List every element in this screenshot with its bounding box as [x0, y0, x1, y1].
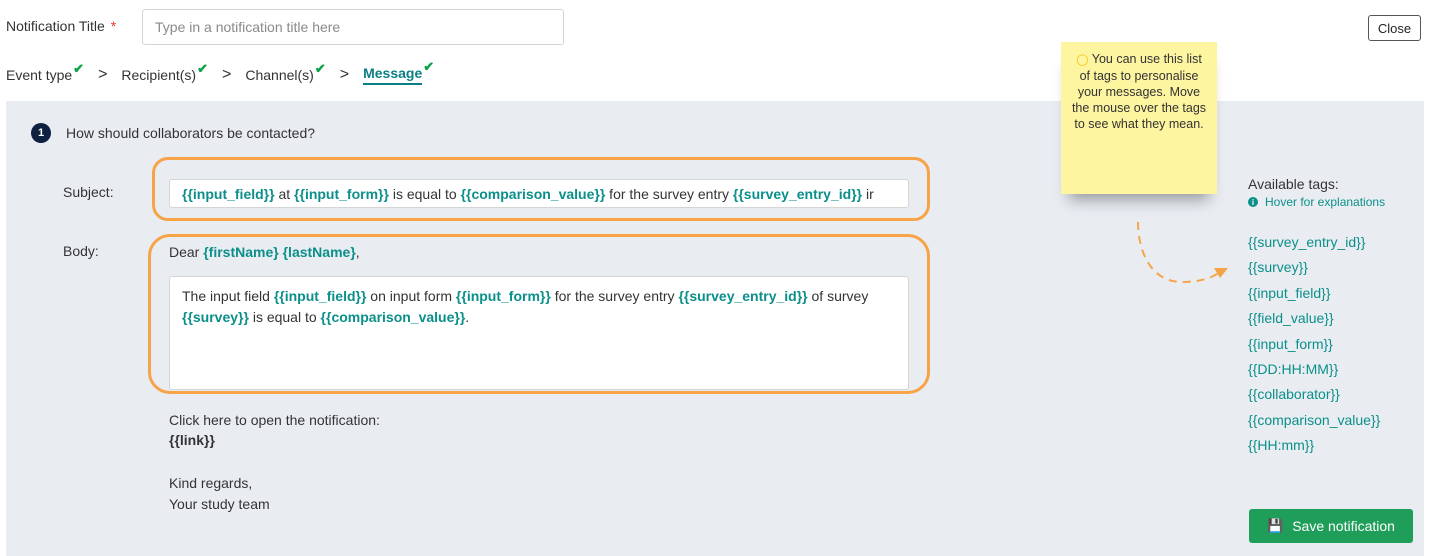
- info-icon: i: [1248, 197, 1258, 207]
- body-text: is equal to: [248, 309, 321, 325]
- tags-tip-note: ◯ You can use this list of tags to perso…: [1061, 42, 1217, 194]
- regards-text: Kind regards,: [169, 475, 253, 491]
- body-text: for the survey entry: [550, 288, 679, 304]
- available-tag-item[interactable]: {{collaborator}}: [1248, 382, 1380, 407]
- available-tag-item[interactable]: {{DD:HH:MM}}: [1248, 357, 1380, 382]
- available-tags-title: Available tags:: [1248, 176, 1339, 192]
- floppy-disk-icon: 💾: [1267, 518, 1284, 533]
- body-text: .: [465, 309, 470, 325]
- available-tag-item[interactable]: {{input_field}}: [1248, 281, 1380, 306]
- subject-text: at: [274, 186, 295, 202]
- subject-label: Subject:: [63, 184, 114, 200]
- chevron-right-icon: >: [98, 66, 108, 83]
- step-message[interactable]: Message ✔: [363, 59, 434, 85]
- question-text: How should collaborators be contacted?: [66, 125, 316, 141]
- notification-title-text: Notification Title: [6, 18, 105, 34]
- chevron-right-icon: >: [339, 66, 350, 83]
- step-label: Channel(s): [245, 67, 314, 83]
- greeting-prefix: Dear: [169, 244, 204, 260]
- body-label: Body:: [63, 243, 99, 259]
- wizard-steps: Event type ✔ > Recipient(s) ✔ > Channel(s) ✔ > Me…: [6, 59, 434, 88]
- last-name-tag: {lastName}: [282, 244, 356, 260]
- available-tag-item[interactable]: {{comparison_value}}: [1248, 408, 1380, 433]
- team-text: Your study team: [169, 496, 270, 512]
- close-button[interactable]: Close: [1368, 15, 1421, 41]
- open-notification-text: Click here to open the notification:: [169, 412, 380, 428]
- subject-tag: {{comparison_value}}: [460, 186, 606, 202]
- notification-title-input[interactable]: [142, 9, 564, 45]
- link-tag: {{link}}: [169, 432, 215, 448]
- save-notification-label: Save notification: [1292, 518, 1395, 534]
- body-text: The input field: [182, 288, 274, 304]
- subject-tag: {{input_field}}: [182, 186, 275, 202]
- body-tag: {{input_field}}: [273, 288, 367, 304]
- body-text: on input form: [366, 288, 456, 304]
- required-marker: *: [110, 18, 117, 34]
- hover-explanations: i Hover for explanations: [1248, 195, 1385, 209]
- checkmark-icon: ✔: [197, 61, 209, 76]
- step-event-type[interactable]: Event type ✔: [6, 61, 84, 83]
- lightbulb-icon: ◯: [1076, 54, 1089, 66]
- subject-input[interactable]: {{input_field}} at {{input_form}} is equ…: [169, 179, 909, 208]
- save-notification-button[interactable]: 💾 Save notification: [1249, 509, 1413, 543]
- body-tag: {{survey_entry_id}}: [678, 288, 808, 304]
- first-name-tag: {firstName}: [203, 244, 279, 260]
- step-channel-s[interactable]: Channel(s) ✔: [245, 61, 325, 83]
- body-textarea[interactable]: The input field {{input_field}} on input…: [169, 276, 909, 390]
- greeting-suffix: ,: [355, 244, 360, 260]
- body-text: of survey: [807, 288, 869, 304]
- chevron-right-icon: >: [222, 66, 232, 83]
- hover-explanations-text: Hover for explanations: [1265, 195, 1386, 209]
- available-tag-item[interactable]: {{survey_entry_id}}: [1248, 230, 1380, 255]
- checkmark-icon: ✔: [73, 61, 85, 76]
- subject-tag: {{survey_entry_id}}: [732, 186, 863, 202]
- available-tag-item[interactable]: {{survey}}: [1248, 255, 1380, 280]
- body-greeting: Dear {firstName} {lastName},: [169, 244, 360, 260]
- dashed-arrow-icon: [1137, 221, 1228, 284]
- available-tag-item[interactable]: {{input_form}}: [1248, 332, 1380, 357]
- available-tag-item[interactable]: {{field_value}}: [1248, 306, 1380, 331]
- tip-text: You can use this list of tags to persona…: [1071, 52, 1207, 131]
- body-tag: {{input_form}}: [455, 288, 551, 304]
- question-number-badge: 1: [31, 123, 51, 143]
- available-tag-item[interactable]: {{HH:mm}}: [1248, 433, 1380, 458]
- checkmark-icon: ✔: [314, 61, 326, 76]
- notification-title-label: Notification Title *: [6, 18, 116, 34]
- subject-tag: {{input_form}}: [294, 186, 389, 202]
- step-recipient-s[interactable]: Recipient(s) ✔: [121, 61, 208, 83]
- body-tag: {{comparison_value}}: [320, 309, 466, 325]
- step-label: Recipient(s): [121, 67, 197, 83]
- available-tags-list: {{survey_entry_id}} {{survey}} {{input_fie…: [1248, 230, 1380, 459]
- body-tag: {{survey}}: [182, 309, 249, 325]
- step-label: Message: [363, 65, 423, 85]
- subject-text: for the survey entry: [605, 186, 733, 202]
- step-label: Event type: [6, 67, 73, 83]
- subject-text: ir: [862, 186, 874, 202]
- subject-text: is equal to: [388, 186, 461, 202]
- checkmark-icon: ✔: [423, 59, 435, 74]
